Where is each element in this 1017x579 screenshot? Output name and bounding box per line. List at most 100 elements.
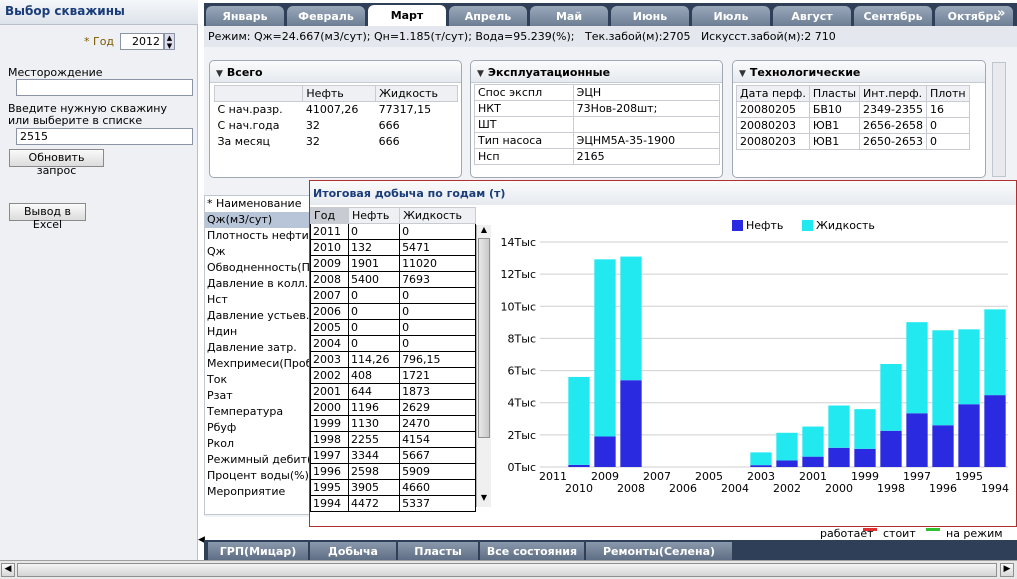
exploit-panel-header[interactable]: ▼ Эксплуатационные [471, 61, 722, 83]
tab-month-6[interactable]: Июль [692, 6, 770, 26]
refresh-button[interactable]: Обновить запрос [9, 149, 104, 177]
yearly-production-popup: Итоговая добыча по годам (т) Год Нефть Жид… [309, 180, 1017, 527]
table-row[interactable]: 2010 132 5471 [310, 239, 476, 256]
scroll-right-icon[interactable]: ▶ [1000, 563, 1014, 577]
tab-month-8[interactable]: Сентябрь [854, 6, 932, 26]
more-tabs-icon[interactable]: » [997, 6, 1005, 21]
legend-label: Жидкость [816, 219, 875, 232]
years-cell: 2011 [310, 223, 349, 240]
param-item[interactable]: Ркол [205, 436, 309, 452]
table-row[interactable]: 2005 0 0 [310, 319, 476, 336]
tab-bottom-2[interactable]: Пласты [398, 542, 478, 560]
table-row: С нач.года 32 666 [215, 118, 458, 134]
tab-month-1[interactable]: Февраль [287, 6, 365, 26]
bar-liquid [854, 409, 876, 449]
x-tick-label: 1998 [877, 482, 905, 495]
years-header-cell[interactable]: Год [310, 207, 349, 224]
scroll-down-icon[interactable]: ▼ [477, 493, 491, 505]
table-row[interactable]: 2006 0 0 [310, 303, 476, 320]
param-item[interactable]: Рзат [205, 388, 309, 404]
param-item[interactable]: Плотность нефти(т/м3) [205, 228, 309, 244]
bar-oil [854, 448, 876, 467]
table-row[interactable]: 2003 114,26 796,15 [310, 351, 476, 368]
tech-panel-header[interactable]: ▼ Технологические [733, 61, 985, 83]
table-row[interactable]: 1999 1130 2470 [310, 415, 476, 432]
chevron-down-icon[interactable]: ▼ [477, 69, 484, 79]
param-item[interactable]: Давление в колл. ГЗУ [205, 276, 309, 292]
table-row[interactable]: 2004 0 0 [310, 335, 476, 352]
table-row[interactable]: 2007 0 0 [310, 287, 476, 304]
years-cell: 2629 [399, 399, 476, 416]
hscroll-thumb[interactable] [17, 563, 997, 577]
param-item[interactable]: Мехпримеси(Пробы) [205, 356, 309, 372]
table-row[interactable]: 2001 644 1873 [310, 383, 476, 400]
table-row[interactable]: 2008 5400 7693 [310, 271, 476, 288]
chevron-down-icon[interactable]: ▼ [216, 69, 223, 79]
years-cell: 4154 [399, 431, 476, 448]
y-tick-label: 2Тыс [508, 429, 536, 442]
total-panel-header[interactable]: ▼ Всего [210, 61, 461, 83]
years-cell: 1998 [310, 431, 349, 448]
table-row[interactable]: 1995 3905 4660 [310, 479, 476, 496]
years-cell: 1130 [347, 415, 401, 432]
year-spinner-icon[interactable]: ▲ ▼ [164, 33, 175, 50]
table-row[interactable]: 1996 2598 5909 [310, 463, 476, 480]
scroll-up-icon[interactable]: ▲ [477, 225, 491, 237]
well-input[interactable]: 2515 [16, 128, 193, 145]
scroll-thumb[interactable] [478, 238, 490, 438]
x-tick-label: 1999 [851, 470, 879, 483]
years-cell: 0 [399, 287, 476, 304]
param-item[interactable]: Qж(м3/сут) [205, 212, 309, 228]
exploit-cell: 73Нов-208шт; [572, 100, 721, 117]
tab-month-7[interactable]: Август [773, 6, 851, 26]
years-header-cell[interactable]: Нефть [347, 207, 401, 224]
legend-swatch [732, 220, 743, 231]
chevron-down-icon[interactable]: ▼ [739, 69, 746, 79]
tab-bottom-0[interactable]: ГРП(Мицар) [208, 542, 308, 560]
table-row[interactable]: 1998 2255 4154 [310, 431, 476, 448]
param-item[interactable]: Мероприятие [205, 484, 309, 500]
years-scrollbar[interactable]: ▲ ▼ [476, 225, 491, 507]
field-input[interactable] [16, 79, 193, 96]
param-item[interactable]: Ток [205, 372, 309, 388]
years-cell: 0 [399, 223, 476, 240]
param-item[interactable]: Qж [205, 244, 309, 260]
total-table: Нефть Жидкость С нач.разр. 41007,26 77317,15… [213, 85, 458, 150]
tab-month-2[interactable]: Март [368, 5, 446, 26]
param-item[interactable]: Давление устьев. [205, 308, 309, 324]
param-item[interactable]: Нст [205, 292, 309, 308]
horizontal-scrollbar[interactable]: ◀ ▶ [0, 560, 1017, 579]
x-tick-label: 2010 [565, 482, 593, 495]
total-cell: За месяц [217, 135, 271, 148]
param-item[interactable]: Режимный дебит(м3 [205, 452, 309, 468]
tab-bottom-1[interactable]: Добыча [310, 542, 396, 560]
table-row[interactable]: 2009 1901 11020 [310, 255, 476, 272]
years-cell: 1721 [399, 367, 476, 384]
param-item[interactable]: Обводненность(Проб) [205, 260, 309, 276]
table-row: Тип насоса ЭЦНМ5А-35-1900 [474, 132, 721, 149]
table-row[interactable]: 2002 408 1721 [310, 367, 476, 384]
tab-month-3[interactable]: Апрель [449, 6, 527, 26]
years-cell: 1994 [310, 495, 349, 512]
param-item[interactable]: Температура [205, 404, 309, 420]
param-item[interactable]: Ндин [205, 324, 309, 340]
table-row[interactable]: 2000 1196 2629 [310, 399, 476, 416]
tab-month-5[interactable]: Июнь [611, 6, 689, 26]
years-header-cell[interactable]: Жидкость [399, 207, 476, 224]
param-item[interactable]: Процент воды(%) [205, 468, 309, 484]
tech-scrollbar[interactable] [992, 62, 1006, 177]
param-item[interactable]: Рбуф [205, 420, 309, 436]
table-row[interactable]: 2011 0 0 [310, 223, 476, 240]
table-row[interactable]: 1997 3344 5667 [310, 447, 476, 464]
param-item[interactable]: Давление затр. [205, 340, 309, 356]
tab-bottom-4[interactable]: Ремонты(Селена) [586, 542, 732, 560]
total-cell: 32 [305, 135, 320, 148]
year-input[interactable]: 2012 [120, 33, 164, 50]
total-cell: С нач.года [217, 119, 280, 132]
tab-month-0[interactable]: Январь [206, 6, 284, 26]
tab-bottom-3[interactable]: Все состояния [480, 542, 584, 560]
table-row[interactable]: 1994 4472 5337 [310, 495, 476, 512]
tab-month-4[interactable]: Май [530, 6, 608, 26]
scroll-left-icon[interactable]: ◀ [1, 563, 15, 577]
excel-export-button[interactable]: Вывод в Excel [9, 203, 86, 231]
